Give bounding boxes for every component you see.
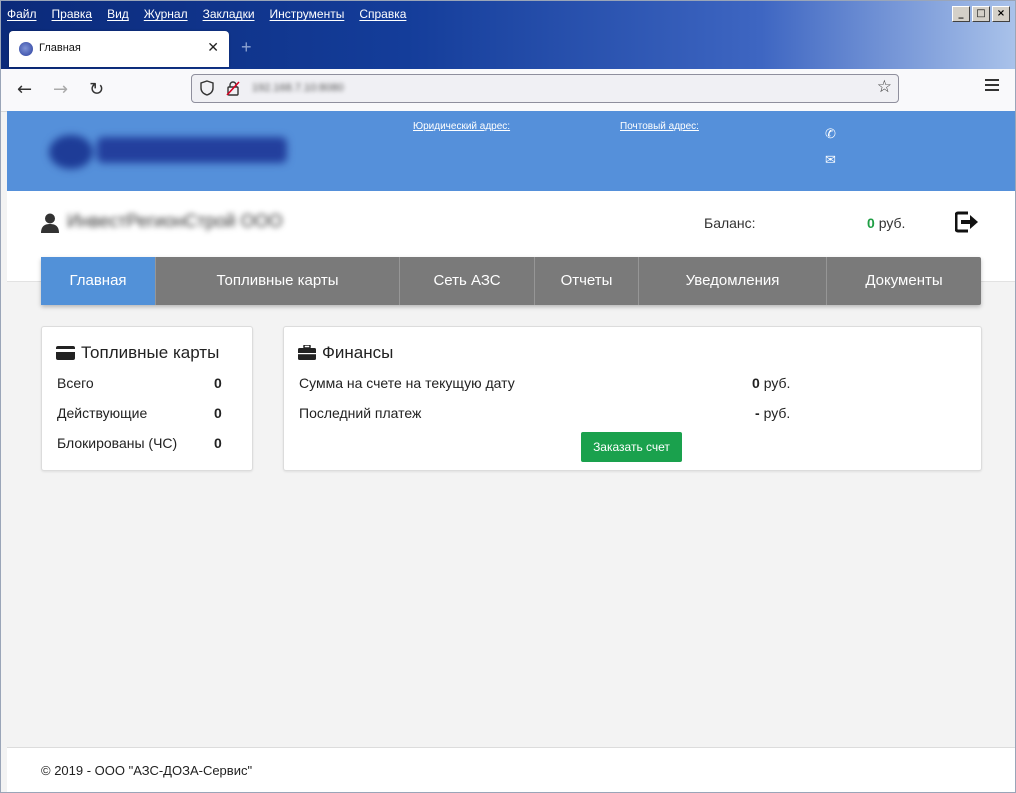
user-icon [41, 213, 59, 233]
fuel-cards-blocked-value: 0 [214, 435, 222, 451]
hamburger-menu-icon[interactable] [985, 79, 999, 94]
bookmark-star-icon[interactable]: ☆ [877, 77, 892, 97]
menu-bar: Файл Правка Вид Журнал Закладки Инструме… [7, 7, 421, 25]
tab-main[interactable]: Главная ✕ [9, 31, 229, 67]
footer-copyright: © 2019 - ООО "АЗС-ДОЗА-Сервис" [41, 763, 253, 778]
fuel-cards-title-text: Топливные карты [81, 343, 220, 362]
last-payment-amount: - [755, 405, 760, 421]
favicon-icon [19, 42, 33, 56]
last-payment-value: - руб. [755, 405, 790, 421]
fuel-cards-active-value: 0 [214, 405, 222, 421]
credit-card-icon [56, 346, 75, 360]
menu-bookmarks[interactable]: Закладки [203, 7, 255, 25]
menu-history[interactable]: Журнал [144, 7, 188, 25]
shield-icon[interactable] [200, 80, 214, 96]
tab-title: Главная [39, 42, 81, 54]
fuel-cards-total-label: Всего [57, 375, 94, 391]
finance-balance-value: 0 руб. [752, 375, 790, 391]
nav-item-fuel-cards[interactable]: Топливные карты [156, 257, 400, 305]
footer: © 2019 - ООО "АЗС-ДОЗА-Сервис" [7, 747, 1015, 792]
balance-label: Баланс: [704, 215, 756, 231]
reload-icon[interactable]: ↻ [89, 79, 104, 100]
nav-item-documents[interactable]: Документы [827, 257, 981, 305]
finance-title: Финансы [298, 343, 393, 363]
browser-titlebar: Файл Правка Вид Журнал Закладки Инструме… [1, 1, 1015, 69]
order-invoice-button[interactable]: Заказать счет [581, 432, 682, 462]
briefcase-icon [298, 344, 316, 360]
menu-tools[interactable]: Инструменты [270, 7, 345, 25]
finance-panel: Финансы Сумма на счете на текущую дату 0… [283, 326, 982, 471]
company-logo[interactable] [49, 131, 293, 171]
page-content: Юридический адрес: Почтовый адрес: ✆ ✉ И… [7, 111, 1015, 792]
maximize-button[interactable]: □ [972, 6, 990, 22]
finance-balance-currency: руб. [763, 375, 791, 391]
menu-view[interactable]: Вид [107, 7, 129, 25]
user-name: ИнвестРегионСтрой ООО [67, 211, 283, 231]
browser-window: Файл Правка Вид Журнал Закладки Инструме… [0, 0, 1016, 793]
window-controls: _ □ × [952, 6, 1010, 22]
menu-help[interactable]: Справка [359, 7, 406, 25]
last-payment-currency: руб. [763, 405, 791, 421]
balance-amount: 0 [867, 215, 875, 231]
menu-file[interactable]: Файл [7, 7, 37, 25]
nav-item-main[interactable]: Главная [41, 257, 156, 305]
fuel-cards-title: Топливные карты [56, 343, 219, 363]
fuel-cards-active-label: Действующие [57, 405, 148, 421]
address-bar[interactable]: 192.168.7.10:8080 ☆ [191, 74, 899, 103]
finance-balance-label: Сумма на счете на текущую дату [299, 375, 515, 391]
main-navigation: Главная Топливные карты Сеть АЗС Отчеты … [41, 257, 981, 305]
insecure-lock-icon[interactable] [226, 80, 240, 96]
logout-icon[interactable] [955, 211, 979, 233]
new-tab-button[interactable]: + [241, 37, 252, 58]
fuel-cards-total-value: 0 [214, 375, 222, 391]
back-arrow-icon[interactable]: ← [17, 79, 32, 100]
phone-icon: ✆ [825, 127, 836, 142]
postal-address-link[interactable]: Почтовый адрес: [620, 121, 699, 132]
finance-title-text: Финансы [322, 343, 394, 362]
balance-value: 0 руб. [867, 215, 905, 231]
balance-currency: руб. [878, 215, 906, 231]
nav-item-notifications[interactable]: Уведомления [639, 257, 827, 305]
tab-close-icon[interactable]: ✕ [207, 39, 219, 56]
site-header: Юридический адрес: Почтовый адрес: ✆ ✉ [7, 111, 1015, 191]
navigation-toolbar: ← → ↻ 192.168.7.10:8080 ☆ [1, 69, 1015, 112]
fuel-cards-blocked-label: Блокированы (ЧС) [57, 435, 178, 451]
nav-item-station-network[interactable]: Сеть АЗС [400, 257, 535, 305]
legal-address-link[interactable]: Юридический адрес: [413, 121, 510, 132]
nav-item-reports[interactable]: Отчеты [535, 257, 639, 305]
mail-icon: ✉ [825, 153, 836, 168]
forward-arrow-icon[interactable]: → [53, 79, 68, 100]
close-window-button[interactable]: × [992, 6, 1010, 22]
url-text: 192.168.7.10:8080 [252, 82, 344, 94]
finance-balance-amount: 0 [752, 375, 760, 391]
fuel-cards-panel: Топливные карты Всего 0 Действующие 0 Бл… [41, 326, 253, 471]
menu-edit[interactable]: Правка [52, 7, 93, 25]
minimize-button[interactable]: _ [952, 6, 970, 22]
last-payment-label: Последний платеж [299, 405, 422, 421]
